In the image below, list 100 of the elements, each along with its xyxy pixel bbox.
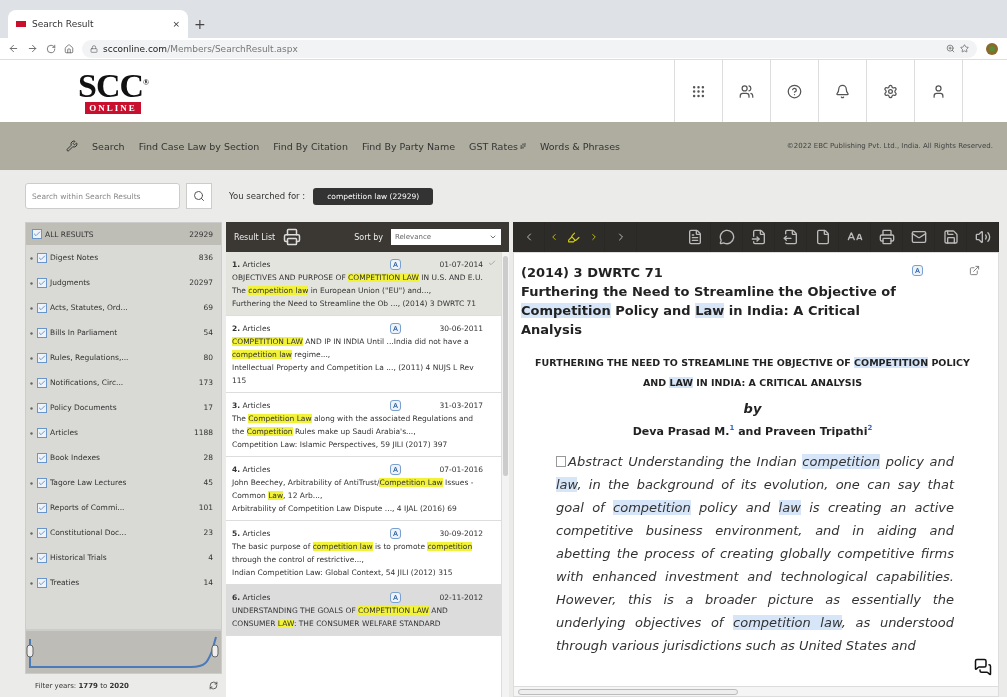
article-icon bbox=[390, 400, 402, 411]
abstract-text: Abstract Understanding the Indian competition policy and law, in the background of its evolution, one can say that goal of competition policy and law is creating an active competitive business environment, and in aiding and abetting the process of creating globally competitive firms with enhanced investment and technological capabilities. However, this is a broader picture as essentially the underlying objectives of competition law, as understood through various jurisdictions such as United States and bbox=[556, 452, 954, 655]
checkbox[interactable] bbox=[37, 552, 47, 563]
byline-text: by bbox=[742, 401, 763, 416]
users-icon bbox=[739, 83, 754, 99]
dropdown-caret-icon bbox=[489, 233, 497, 241]
article-icon bbox=[912, 265, 923, 276]
scrollbar[interactable] bbox=[501, 252, 509, 697]
check-icon bbox=[488, 259, 496, 267]
nav-link[interactable]: GST Rates bbox=[469, 140, 526, 152]
search-icon bbox=[193, 190, 205, 202]
expand-icon[interactable] bbox=[30, 332, 33, 335]
article-icon bbox=[390, 464, 402, 475]
check-icon bbox=[38, 553, 46, 562]
nav-link[interactable]: Search bbox=[92, 140, 125, 152]
search-button[interactable] bbox=[186, 183, 212, 209]
lock-icon bbox=[90, 44, 98, 53]
highlighter-icon bbox=[566, 230, 580, 244]
article-icon bbox=[390, 592, 402, 603]
check-icon bbox=[38, 578, 46, 587]
check-icon bbox=[38, 253, 46, 262]
sparkle-icon bbox=[519, 143, 526, 149]
expand-icon[interactable] bbox=[30, 282, 33, 285]
print-icon bbox=[878, 229, 895, 245]
tab-close-icon[interactable]: × bbox=[172, 19, 180, 29]
expand-icon[interactable] bbox=[30, 482, 33, 485]
check-icon bbox=[38, 303, 46, 312]
checkbox[interactable] bbox=[37, 402, 47, 413]
checkbox[interactable] bbox=[37, 277, 47, 288]
external-link-icon[interactable] bbox=[969, 265, 980, 276]
checkbox[interactable] bbox=[37, 527, 47, 538]
expand-icon[interactable] bbox=[30, 307, 33, 310]
nav-link[interactable]: Words & Phrases bbox=[539, 140, 620, 152]
back-icon[interactable] bbox=[8, 43, 19, 54]
tools-icon[interactable] bbox=[66, 140, 78, 152]
check-icon bbox=[38, 378, 46, 387]
reload-icon[interactable] bbox=[46, 43, 56, 54]
check-icon bbox=[38, 328, 46, 337]
check-icon bbox=[38, 403, 46, 412]
file-icon bbox=[814, 229, 831, 245]
checkbox[interactable] bbox=[37, 477, 47, 488]
address-bar[interactable]: scconline.com/Members/SearchResult.aspx bbox=[82, 39, 977, 58]
expand-icon[interactable] bbox=[30, 582, 33, 585]
nav-link[interactable]: Find By Citation bbox=[273, 140, 348, 152]
horizontal-scrollbar[interactable] bbox=[514, 686, 998, 696]
file-import-icon bbox=[750, 229, 767, 245]
check-icon bbox=[38, 503, 46, 512]
refresh-icon[interactable] bbox=[209, 681, 218, 690]
save-icon bbox=[942, 229, 959, 245]
expand-icon[interactable] bbox=[30, 407, 33, 410]
star-icon[interactable] bbox=[960, 44, 969, 53]
check-icon bbox=[38, 428, 46, 437]
checkbox[interactable] bbox=[37, 377, 47, 388]
sort-label: Sort by bbox=[354, 232, 383, 242]
speaker-icon bbox=[974, 229, 991, 245]
zoom-icon[interactable] bbox=[946, 44, 955, 53]
help-icon bbox=[787, 83, 802, 99]
document-citation: (2014) 3 DWRTC 71 bbox=[521, 264, 663, 282]
nav-link[interactable]: Find Case Law by Section bbox=[138, 140, 260, 152]
chevron-left-icon bbox=[549, 232, 559, 242]
check-icon bbox=[38, 453, 46, 462]
speech-bubble-icon bbox=[718, 229, 735, 245]
authors-text: Deva Prasad M.$^{1}$ and Praveen Tripathi$^{2}$ bbox=[631, 424, 874, 438]
nav-link[interactable]: Find By Party Name bbox=[361, 140, 455, 152]
result-list-title: Result List bbox=[234, 232, 276, 242]
checkbox[interactable] bbox=[37, 352, 47, 363]
forward-icon[interactable] bbox=[27, 43, 38, 54]
expand-icon[interactable] bbox=[30, 532, 33, 535]
expand-icon[interactable] bbox=[30, 432, 33, 435]
settings-icon bbox=[883, 83, 898, 99]
expand-icon[interactable] bbox=[30, 382, 33, 385]
bell-icon bbox=[835, 83, 850, 99]
document-title: Furthering the Need to Streamline the Objective of Competition Policy and Law in India: A Critical Analysis bbox=[521, 283, 897, 339]
checkbox[interactable] bbox=[32, 229, 42, 239]
check-icon bbox=[33, 230, 41, 238]
new-tab-button[interactable]: + bbox=[194, 16, 206, 38]
chat-icon[interactable] bbox=[974, 658, 992, 676]
browser-tab[interactable]: Search Result × bbox=[8, 10, 188, 38]
expand-icon[interactable] bbox=[30, 257, 33, 260]
check-icon bbox=[38, 528, 46, 537]
profile-avatar-icon[interactable] bbox=[985, 41, 999, 56]
print-icon[interactable] bbox=[283, 228, 302, 246]
checkbox[interactable] bbox=[37, 452, 47, 463]
checkbox[interactable] bbox=[37, 252, 47, 263]
document-icon bbox=[686, 229, 703, 245]
article-icon bbox=[390, 259, 402, 270]
expand-icon[interactable] bbox=[30, 557, 33, 560]
article-icon bbox=[390, 323, 402, 334]
check-icon bbox=[38, 478, 46, 487]
check-icon bbox=[38, 278, 46, 287]
expand-icon[interactable] bbox=[30, 357, 33, 360]
checkbox[interactable] bbox=[37, 302, 47, 313]
checkbox[interactable] bbox=[37, 502, 47, 513]
search-query-label: You searched for : bbox=[229, 191, 306, 201]
file-export-icon bbox=[782, 229, 799, 245]
checkbox[interactable] bbox=[37, 327, 47, 338]
site-logo[interactable]: SCC$^{®}$ ONLINE bbox=[78, 68, 148, 114]
home-icon[interactable] bbox=[64, 43, 74, 54]
checkbox[interactable] bbox=[37, 577, 47, 588]
checkbox[interactable] bbox=[37, 427, 47, 438]
